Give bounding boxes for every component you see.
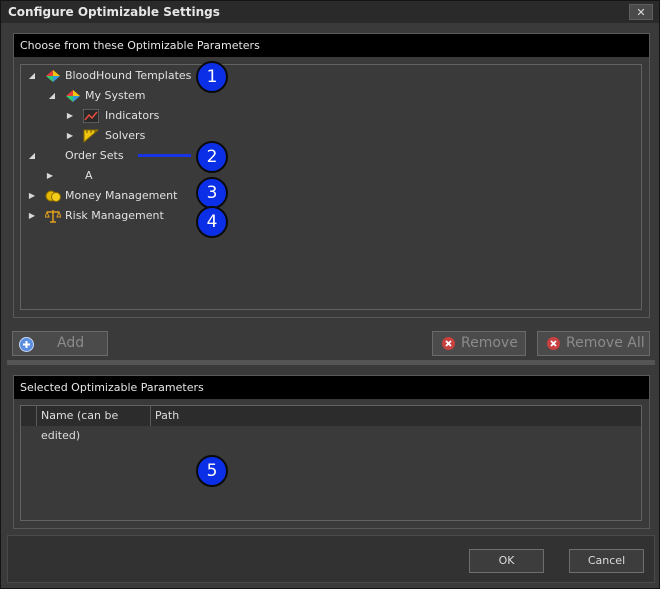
remove-all-icon [547, 337, 560, 350]
remove-all-button-label: Remove All [566, 335, 645, 351]
tree-node-label: My System [85, 89, 146, 102]
diamond-multicolor-icon [65, 89, 81, 103]
remove-all-button[interactable]: Remove All [537, 331, 650, 356]
ruler-icon [83, 129, 100, 144]
dialog-window: Configure Optimizable Settings ✕ Choose … [0, 0, 660, 589]
add-button-label: Add [57, 335, 85, 351]
remove-icon [442, 337, 455, 350]
callout-badge: 4 [196, 206, 228, 238]
panel-splitter[interactable] [7, 360, 655, 365]
collapsed-arrow-icon[interactable]: ▶ [65, 107, 75, 125]
expanded-arrow-icon[interactable]: ◢ [27, 67, 37, 85]
collapsed-arrow-icon[interactable]: ▶ [27, 187, 37, 205]
selected-parameters-header: Selected Optimizable Parameters [14, 376, 649, 399]
diamond-multicolor-icon [45, 69, 61, 83]
tree-node-label: Money Management [65, 189, 178, 202]
remove-button[interactable]: Remove [432, 331, 526, 356]
tree-node-label: Order Sets [65, 149, 124, 162]
collapsed-arrow-icon[interactable]: ▶ [65, 127, 75, 145]
scales-icon [44, 209, 62, 223]
tree-node-label: Indicators [105, 109, 160, 122]
tree-node-label: Solvers [105, 129, 146, 142]
chart-icon [82, 108, 100, 124]
tree-node-label: BloodHound Templates [65, 69, 192, 82]
collapsed-arrow-icon[interactable]: ▶ [27, 207, 37, 225]
tree-node-label: Risk Management [65, 209, 164, 222]
cancel-button[interactable]: Cancel [569, 549, 644, 573]
callout-connector [138, 154, 191, 157]
add-button[interactable]: Add [12, 331, 108, 356]
callout-badge: 3 [196, 177, 228, 209]
optimizable-parameters-header: Choose from these Optimizable Parameters [14, 34, 649, 57]
callout-badge: 1 [196, 61, 228, 93]
collapsed-arrow-icon[interactable]: ▶ [45, 167, 55, 185]
grid-header-name[interactable]: Name (can be edited) [37, 406, 151, 442]
grid-header-path[interactable]: Path [151, 406, 641, 426]
expanded-arrow-icon[interactable]: ◢ [27, 147, 37, 165]
window-title: Configure Optimizable Settings [8, 5, 220, 19]
title-bar[interactable]: Configure Optimizable Settings ✕ [1, 1, 659, 23]
remove-button-label: Remove [461, 335, 518, 351]
selected-parameters-grid[interactable]: Name (can be edited) Path [20, 405, 642, 521]
dialog-footer [7, 535, 655, 583]
close-button[interactable]: ✕ [629, 4, 653, 20]
callout-badge: 5 [196, 455, 228, 487]
ok-button[interactable]: OK [469, 549, 544, 573]
expanded-arrow-icon[interactable]: ◢ [47, 87, 57, 105]
coins-icon [45, 189, 61, 203]
grid-header-selector[interactable] [21, 406, 37, 426]
callout-badge: 2 [196, 141, 228, 173]
tree-node-label: A [85, 169, 93, 182]
parameters-tree[interactable]: ◢ BloodHound Templates ◢ My System ▶ Ind… [20, 64, 642, 310]
plus-icon [19, 337, 34, 352]
